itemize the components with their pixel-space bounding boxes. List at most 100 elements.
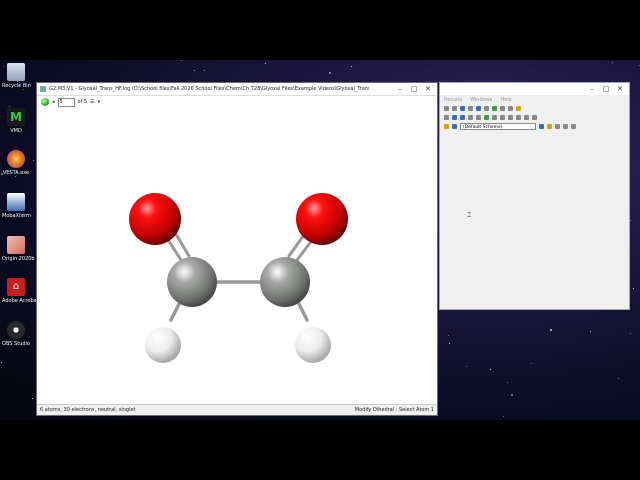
star <box>612 62 613 63</box>
dropdown-arrow-icon[interactable]: ▾ <box>98 99 101 105</box>
molecule-info-text: 6 atoms, 30 electrons, neutral, singlet <box>40 407 136 413</box>
star <box>194 70 195 71</box>
maximize-icon[interactable]: □ <box>407 83 421 95</box>
star <box>449 343 450 344</box>
close-icon[interactable]: ✕ <box>613 83 627 95</box>
star <box>23 89 24 90</box>
star <box>507 382 508 383</box>
star <box>633 288 634 289</box>
molecule-view-window[interactable]: G2:M3:V1 - Glyoxal_Trans_HF.log (D:\Scho… <box>36 82 438 416</box>
star <box>32 398 33 399</box>
star <box>590 331 591 332</box>
window-controls: – □ ✕ <box>393 83 435 95</box>
tool-icon[interactable] <box>484 115 489 120</box>
mouse-cursor-icon: ⌶ <box>467 211 472 219</box>
tool-icon[interactable] <box>508 115 513 120</box>
origin-icon <box>7 236 25 254</box>
frame-slider-icon[interactable]: ☰ <box>90 99 94 105</box>
letterbox-top <box>0 0 640 60</box>
tool-icon[interactable] <box>555 124 560 129</box>
tool-icon[interactable] <box>524 115 529 120</box>
acrobat-icon: ⌂ <box>7 278 25 296</box>
star <box>490 369 491 370</box>
obs-shortcut[interactable]: OBS Studio <box>2 321 30 347</box>
window-controls: – □ ✕ <box>585 83 627 95</box>
tool-icon[interactable] <box>468 115 473 120</box>
maximize-icon[interactable]: □ <box>599 83 613 95</box>
status-bar: 6 atoms, 30 electrons, neutral, singlet … <box>37 404 437 415</box>
menu-results[interactable]: Results <box>444 97 462 103</box>
hydrogen-atom-1 <box>145 327 181 363</box>
desktop-icon-label: Adobe Acrobat <box>2 298 39 304</box>
vmd-shortcut[interactable]: M VMD <box>2 108 30 134</box>
desktop-icon-label: VESTA.exe <box>2 170 30 176</box>
tool-icon[interactable] <box>500 106 505 111</box>
tool-icon[interactable] <box>516 115 521 120</box>
tool-icon[interactable] <box>444 115 449 120</box>
scheme-row: (Default Scheme) <box>440 122 629 131</box>
star <box>511 394 513 396</box>
oxygen-atom-2 <box>296 193 348 245</box>
tool-icon[interactable] <box>532 115 537 120</box>
minimize-icon[interactable]: – <box>585 83 599 95</box>
molecule-window-titlebar[interactable]: G2:M3:V1 - Glyoxal_Trans_HF.log (D:\Scho… <box>37 83 437 96</box>
tool-icon[interactable] <box>492 115 497 120</box>
star <box>9 106 10 107</box>
tool-icon[interactable] <box>476 115 481 120</box>
molecule-canvas[interactable] <box>37 108 437 404</box>
tool-icon[interactable] <box>444 106 449 111</box>
star <box>531 363 532 364</box>
mode-status-text: Modify Dihedral : Select Atom 1 <box>354 407 434 413</box>
tool-icon[interactable] <box>484 106 489 111</box>
desktop-icon-label: MobaXterm <box>2 213 31 219</box>
recycle-bin-shortcut[interactable]: Recycle Bin <box>2 63 31 89</box>
gaussview-main-window[interactable]: – □ ✕ Results Windows Help (Default Sche… <box>439 82 630 310</box>
tool-icon[interactable] <box>547 124 552 129</box>
obs-icon <box>7 321 25 339</box>
tool-icon[interactable] <box>476 106 481 111</box>
mobaxterm-icon <box>7 193 25 211</box>
carbon-atom-2 <box>260 257 310 307</box>
tool-icon[interactable] <box>563 124 568 129</box>
window-title: G2:M3:V1 - Glyoxal_Trans_HF.log (D:\Scho… <box>49 86 369 92</box>
star <box>503 416 504 417</box>
mobaxterm-shortcut[interactable]: MobaXterm <box>2 193 31 219</box>
tool-icon[interactable] <box>539 124 544 129</box>
tool-icon[interactable] <box>492 106 497 111</box>
menu-windows[interactable]: Windows <box>470 97 492 103</box>
animation-play-icon[interactable] <box>41 98 49 106</box>
close-icon[interactable]: ✕ <box>421 83 435 95</box>
desktop-icon-label: Origin 2020b <box>2 256 35 262</box>
tool-icon[interactable] <box>452 115 457 120</box>
origin-shortcut[interactable]: Origin 2020b <box>2 236 35 262</box>
scheme-select[interactable]: (Default Scheme) <box>460 123 536 130</box>
recycle-bin-icon <box>7 63 25 81</box>
tool-icon[interactable] <box>460 115 465 120</box>
palette-icon[interactable] <box>444 124 449 129</box>
element-icon[interactable] <box>452 124 457 129</box>
acrobat-shortcut[interactable]: ⌂ Adobe Acrobat <box>2 278 39 304</box>
star <box>618 378 619 379</box>
star <box>33 160 34 161</box>
star <box>630 333 631 334</box>
tool-icon[interactable] <box>508 106 513 111</box>
letterbox-bottom <box>0 420 640 480</box>
oxygen-atom-1 <box>129 193 181 245</box>
hydrogen-atom-2 <box>295 327 331 363</box>
tool-icon[interactable] <box>571 124 576 129</box>
star <box>448 335 449 336</box>
frame-number-input[interactable]: 5 <box>57 97 75 107</box>
tool-icon[interactable] <box>500 115 505 120</box>
tool-icon[interactable] <box>452 106 457 111</box>
desktop-icon-label: VMD <box>10 128 22 134</box>
tool-icon[interactable] <box>460 106 465 111</box>
vesta-shortcut[interactable]: VESTA.exe <box>2 150 30 176</box>
tool-icon[interactable] <box>516 106 521 111</box>
star <box>329 72 331 74</box>
minimize-icon[interactable]: – <box>393 83 407 95</box>
menu-help[interactable]: Help <box>500 97 511 103</box>
prev-frame-icon[interactable]: ◂ <box>52 99 55 105</box>
star <box>15 176 16 177</box>
tool-icon[interactable] <box>468 106 473 111</box>
side-window-titlebar[interactable]: – □ ✕ <box>440 83 629 95</box>
